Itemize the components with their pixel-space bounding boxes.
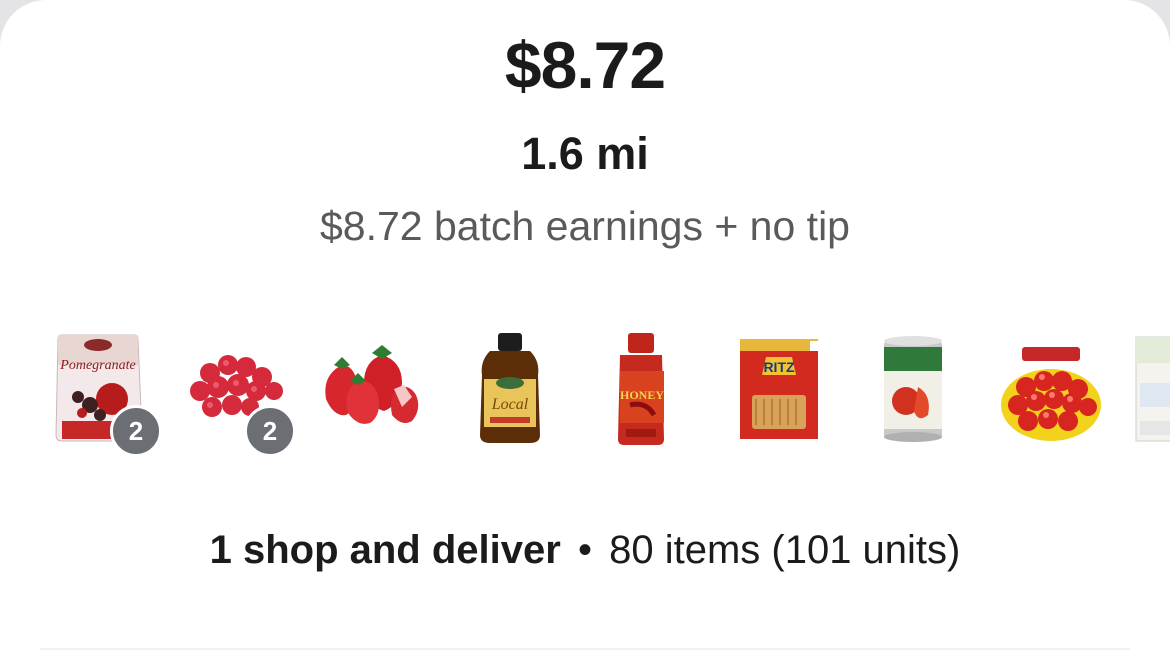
ritz-crackers-box-icon: RITZ	[740, 339, 818, 439]
batch-price: $8.72	[504, 28, 666, 102]
item-thumbnail-canned-tomatoes	[866, 325, 986, 455]
canned-tomatoes-icon	[884, 336, 942, 442]
cherry-tomatoes-icon	[1001, 347, 1101, 441]
item-thumbnail-hot-honey: HONEY	[596, 325, 716, 455]
item-thumbnails-row[interactable]: Pomegranate 2 2 Local HONEY RITZ	[0, 325, 1170, 457]
hot-honey-bottle-icon: HONEY	[618, 333, 664, 445]
summary-separator: •	[577, 528, 592, 572]
quantity-badge: 2	[244, 405, 296, 457]
batch-earnings-line: $8.72 batch earnings + no tip	[320, 203, 850, 249]
strawberries-icon	[325, 345, 419, 424]
item-thumbnail-cherry-tomatoes	[996, 325, 1116, 455]
batch-type: 1 shop and deliver	[209, 528, 561, 572]
batch-offer-card[interactable]: $8.72 1.6 mi $8.72 batch earnings + no t…	[0, 0, 1170, 650]
svg-text:Pomegranate: Pomegranate	[59, 358, 135, 373]
batch-summary: 1 shop and deliver • 80 items (101 units…	[0, 524, 1170, 576]
quantity-badge: 2	[110, 405, 162, 457]
simply-nature-package-icon	[1135, 336, 1170, 442]
item-thumbnail-local-honey: Local	[460, 325, 580, 455]
item-thumbnail-strawberries	[312, 325, 432, 455]
batch-distance: 1.6 mi	[521, 128, 649, 179]
item-thumbnail-simply-nature	[1132, 325, 1170, 455]
honey-bottle-icon: Local	[480, 333, 540, 443]
item-thumbnail-ritz: RITZ	[730, 325, 850, 455]
svg-text:Local: Local	[491, 396, 529, 413]
item-thumbnail-raspberries: 2	[180, 325, 300, 457]
batch-item-counts: 80 items (101 units)	[609, 528, 961, 572]
svg-text:HONEY: HONEY	[620, 388, 664, 402]
svg-text:RITZ: RITZ	[763, 359, 795, 375]
item-thumbnail-pomegranate: Pomegranate 2	[50, 325, 170, 457]
